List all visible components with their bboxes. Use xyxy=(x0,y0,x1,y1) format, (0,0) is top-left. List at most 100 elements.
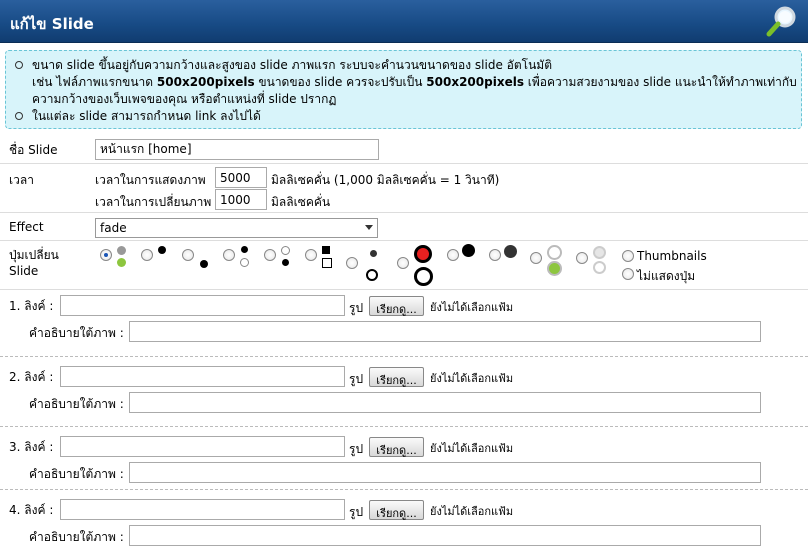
link-input[interactable] xyxy=(60,499,345,520)
link-input[interactable] xyxy=(60,366,345,387)
button-style-radio-3[interactable] xyxy=(182,249,194,261)
style6-square-icon xyxy=(322,246,330,254)
style10-dot-icon xyxy=(504,245,517,258)
show-time-unit: มิลลิเซคคั่น (1,000 มิลลิเซคคั่น = 1 วิน… xyxy=(271,173,500,187)
link-label: 2. ลิงค์ : xyxy=(9,370,54,384)
effect-value: fade xyxy=(100,221,127,235)
info-item: ขนาด slide ขึ้นอยู่กับความกว้างและสูงของ… xyxy=(12,57,801,74)
image-label: รูป xyxy=(349,442,364,456)
button-style-radio-9[interactable] xyxy=(447,249,459,261)
bullet-icon xyxy=(15,61,23,69)
time-label: เวลา xyxy=(9,173,34,187)
style8-ring-icon xyxy=(414,267,433,286)
info-item: ในแต่ละ slide สามารถกำหนด link ลงไปได้ xyxy=(12,108,801,125)
slide-name-label: ชื่อ Slide xyxy=(9,143,58,157)
change-time-unit: มิลลิเซคคั่น xyxy=(271,195,331,209)
file-status: ยังไม่ได้เลือกแฟ้ม xyxy=(430,301,514,314)
button-style-radio-5[interactable] xyxy=(264,249,276,261)
slide-buttons-label: ปุ่มเปลี่ยน xyxy=(9,248,59,262)
file-status: ยังไม่ได้เลือกแฟ้ม xyxy=(430,372,514,385)
slide-buttons-label-2: Slide xyxy=(9,264,39,278)
button-style-radio-1[interactable] xyxy=(100,249,112,261)
style1-dot-icon xyxy=(117,246,126,255)
hide-buttons-label: ไม่แสดงปุ่ม xyxy=(637,269,696,283)
info-size: 500x200pixels xyxy=(156,75,255,89)
description-label: คำอธิบายใต้ภาพ : xyxy=(29,326,124,340)
time-row: เวลา เวลาในการแสดงภาพ มิลลิเซคคั่น (1,00… xyxy=(0,164,808,213)
bullet-icon xyxy=(15,112,23,120)
style3-dot-icon xyxy=(200,260,208,268)
magnifier-icon xyxy=(766,6,796,37)
row-separator xyxy=(0,426,808,427)
file-status: ยังไม่ได้เลือกแฟ้ม xyxy=(430,505,514,518)
row-separator xyxy=(0,356,808,357)
hide-buttons-radio[interactable] xyxy=(622,268,634,280)
style5-dot-icon xyxy=(282,259,289,266)
change-time-label: เวลาในการเปลี่ยนภาพ xyxy=(95,195,212,209)
button-style-radio-8[interactable] xyxy=(397,257,409,269)
style5-ring-icon xyxy=(281,246,290,255)
style9-dot-icon xyxy=(462,244,475,257)
style11-green-dot-icon xyxy=(547,261,562,276)
button-style-radio-2[interactable] xyxy=(141,249,153,261)
image-label: รูป xyxy=(349,372,364,386)
info-text: ความกว้างของเว็บเพจของคุณ หรือตำแหน่งที่… xyxy=(32,92,337,106)
description-label: คำอธิบายใต้ภาพ : xyxy=(29,530,124,544)
info-text-line: ความกว้างของเว็บเพจของคุณ หรือตำแหน่งที่… xyxy=(12,91,801,108)
effect-label: Effect xyxy=(9,220,44,234)
thumbnails-label: Thumbnails xyxy=(637,249,707,263)
style6-square-outline-icon xyxy=(322,258,332,268)
info-text: เช่น ไฟล์ภาพแรกขนาด xyxy=(32,75,157,89)
description-label: คำอธิบายใต้ภาพ : xyxy=(29,397,124,411)
info-box: ขนาด slide ขึ้นอยู่กับความกว้างและสูงของ… xyxy=(5,50,802,129)
style2-dot-icon xyxy=(158,246,166,254)
slide-name-input[interactable] xyxy=(95,139,379,160)
info-size: 500x200pixels xyxy=(426,75,524,89)
image-label: รูป xyxy=(349,301,364,315)
info-text: ในแต่ละ slide สามารถกำหนด link ลงไปได้ xyxy=(32,109,261,123)
change-time-input[interactable] xyxy=(215,189,267,210)
thumbnails-radio[interactable] xyxy=(622,250,634,262)
effect-select[interactable]: fade xyxy=(95,218,378,238)
show-time-input[interactable] xyxy=(215,167,267,188)
description-input[interactable] xyxy=(129,525,761,546)
style12-dot-icon xyxy=(593,246,606,259)
button-style-radio-6[interactable] xyxy=(305,249,317,261)
info-text-line: เช่น ไฟล์ภาพแรกขนาด 500x200pixels ขนาดขอ… xyxy=(12,74,801,91)
image-label: รูป xyxy=(349,505,364,519)
style11-ring-icon xyxy=(547,245,562,260)
style4-dot-icon xyxy=(241,246,248,253)
description-input[interactable] xyxy=(129,462,761,483)
link-label: 4. ลิงค์ : xyxy=(9,503,54,517)
chevron-down-icon xyxy=(365,225,373,230)
style12-ring-icon xyxy=(593,261,606,274)
style7-dot-icon xyxy=(370,250,377,257)
browse-button[interactable]: เรียกดู... xyxy=(369,367,424,387)
button-style-radio-11[interactable] xyxy=(530,252,542,264)
style7-ring-icon xyxy=(366,269,378,281)
row-separator xyxy=(0,489,808,490)
link-label: 3. ลิงค์ : xyxy=(9,440,54,454)
link-label: 1. ลิงค์ : xyxy=(9,299,54,313)
link-input[interactable] xyxy=(60,436,345,457)
show-time-label: เวลาในการแสดงภาพ xyxy=(95,173,206,187)
file-status: ยังไม่ได้เลือกแฟ้ม xyxy=(430,442,514,455)
style1-active-dot-icon xyxy=(117,258,126,267)
page-title: แก้ไข Slide xyxy=(10,15,94,33)
browse-button[interactable]: เรียกดู... xyxy=(369,296,424,316)
style4-ring-icon xyxy=(240,258,249,267)
button-style-radio-7[interactable] xyxy=(346,257,358,269)
info-text: ขนาดของ slide ควรจะปรับเป็น xyxy=(254,75,427,89)
info-text: เพื่อความสวยงามของ slide แนะนำให้ทำภาพเท… xyxy=(523,75,797,89)
browse-button[interactable]: เรียกดู... xyxy=(369,500,424,520)
description-input[interactable] xyxy=(129,321,761,342)
style8-red-dot-icon xyxy=(414,245,432,263)
button-style-radio-4[interactable] xyxy=(223,249,235,261)
link-input[interactable] xyxy=(60,295,345,316)
browse-button[interactable]: เรียกดู... xyxy=(369,437,424,457)
description-input[interactable] xyxy=(129,392,761,413)
description-label: คำอธิบายใต้ภาพ : xyxy=(29,467,124,481)
button-style-radio-12[interactable] xyxy=(576,252,588,264)
page-header: แก้ไข Slide xyxy=(0,0,808,43)
button-style-radio-10[interactable] xyxy=(489,249,501,261)
